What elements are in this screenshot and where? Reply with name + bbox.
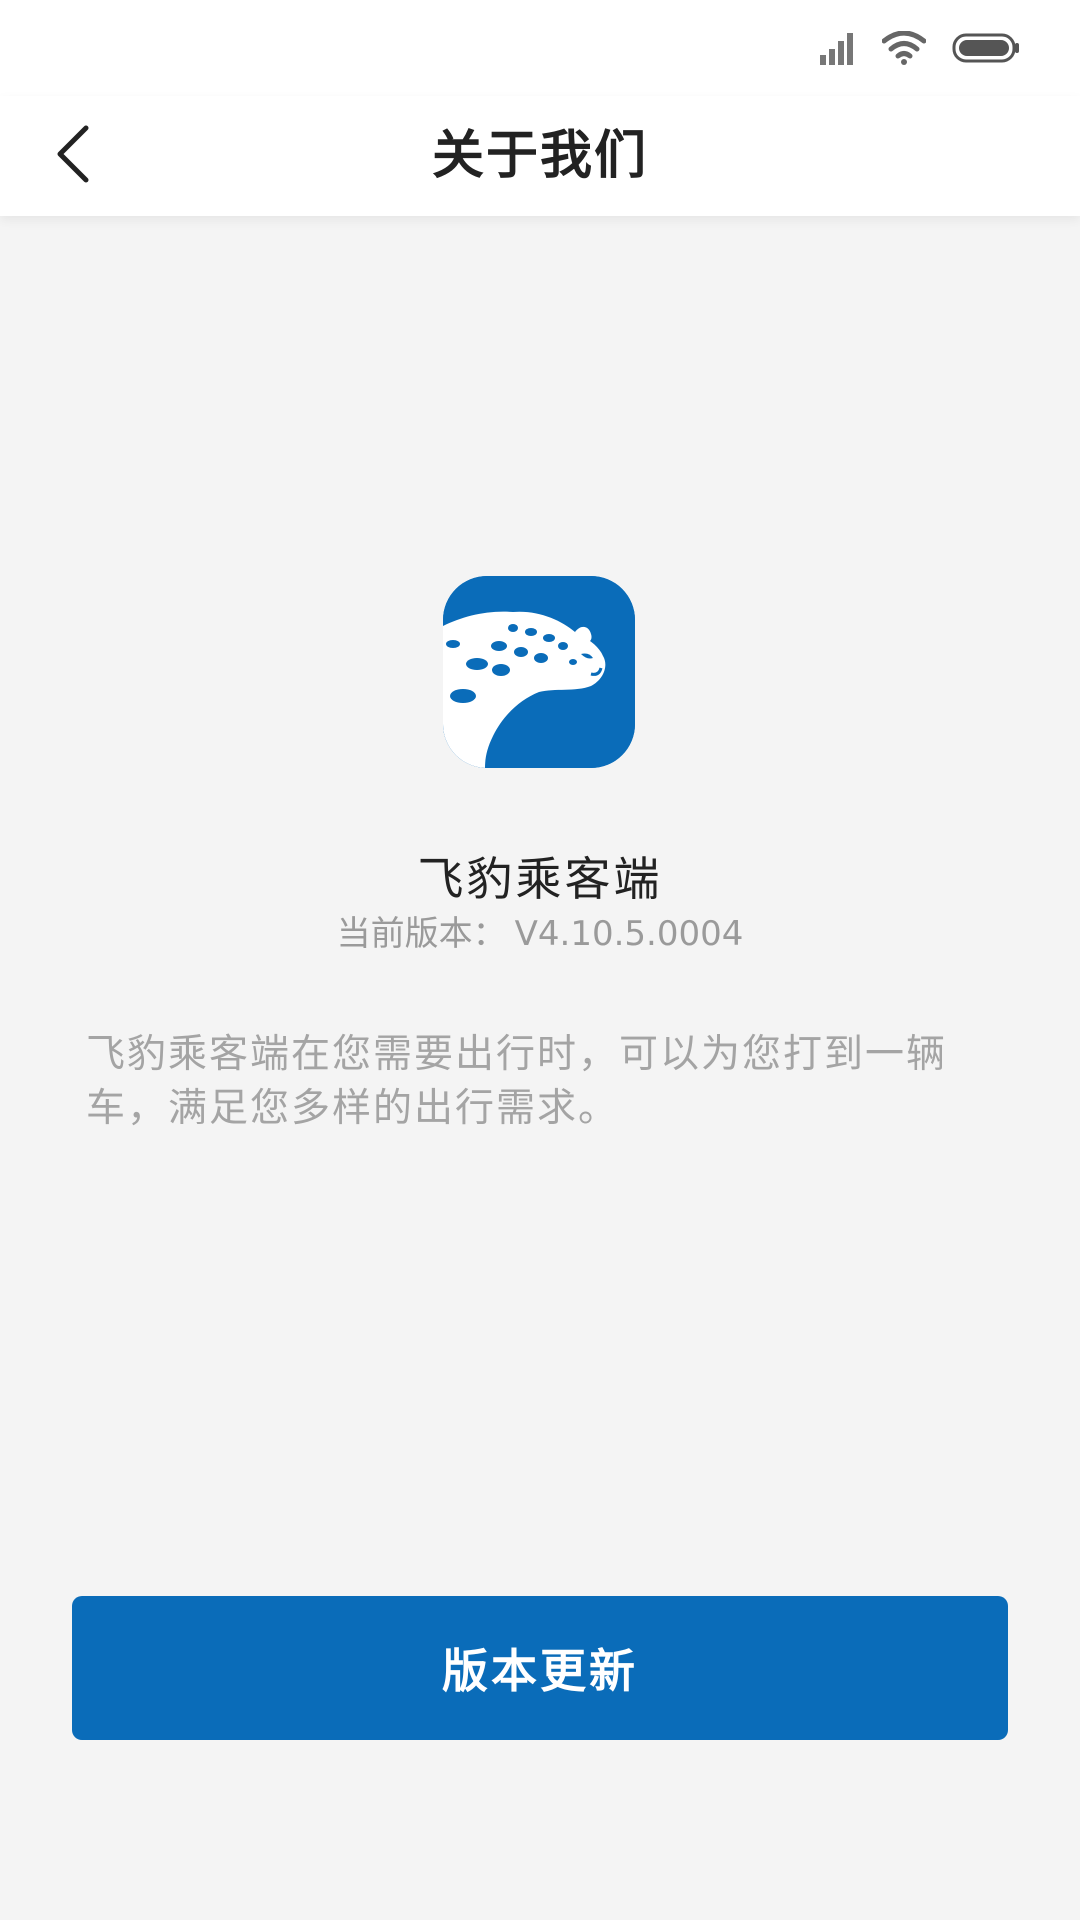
signal-icon [820,31,856,65]
status-bar [0,0,1080,96]
app-description: 飞豹乘客端在您需要出行时，可以为您打到一辆车，满足您多样的出行需求。 [86,1032,948,1131]
about-screen: 关于我们 飞豹乘客端 当前版本： V4.10.5.0004 飞豹乘客端在您需要出… [0,0,1080,1920]
status-icons [820,28,1020,68]
battery-icon [952,32,1020,64]
version-update-button[interactable]: 版本更新 [72,1596,1008,1740]
app-name: 飞豹乘客端 [417,852,663,906]
page-title: 关于我们 [431,126,648,186]
app-version: 当前版本： V4.10.5.0004 [0,906,1080,955]
wifi-icon [882,31,926,65]
version-value: V4.10.5.0004 [514,914,744,954]
app-bar: 关于我们 [0,96,1080,216]
back-button[interactable] [30,114,114,198]
chevron-left-icon [52,124,92,188]
leopard-logo-icon [443,576,635,768]
app-logo [443,576,635,768]
version-label: 当前版本： [336,914,507,954]
